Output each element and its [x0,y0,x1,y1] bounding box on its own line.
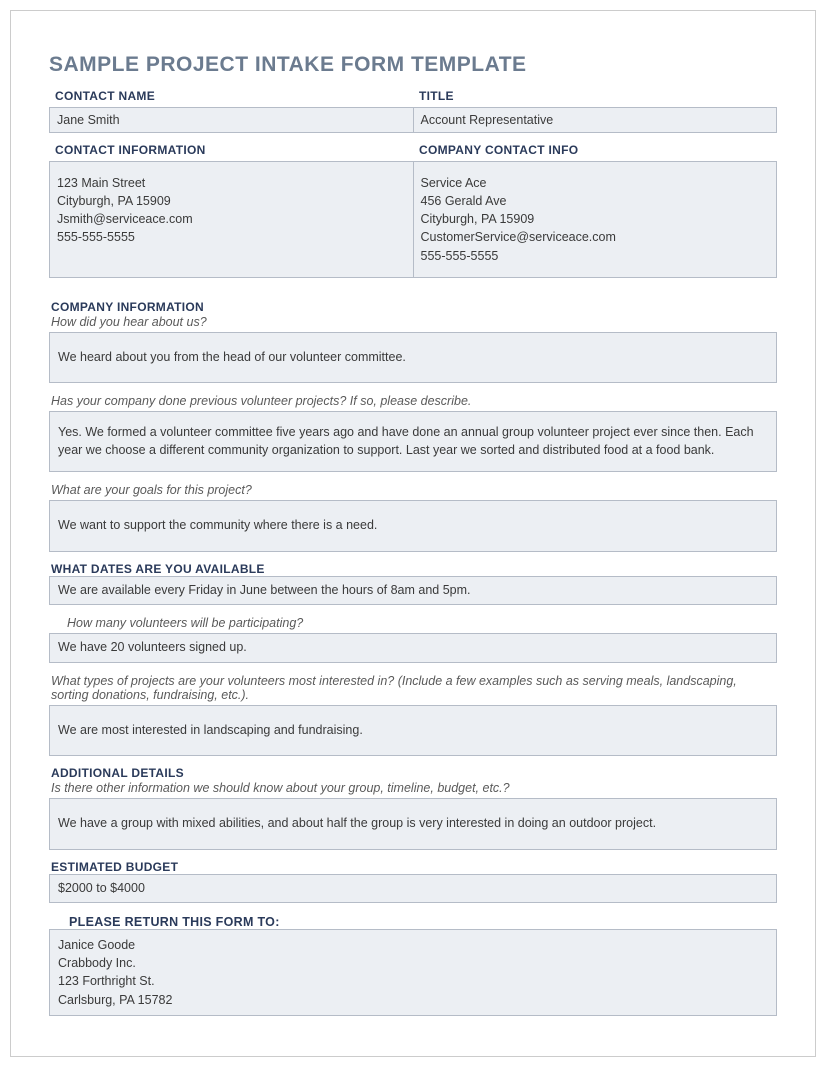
volunteers-prompt: How many volunteers will be participatin… [49,615,777,633]
previous-answer: Yes. We formed a volunteer committee fiv… [49,411,777,472]
company-contact-label: COMPANY CONTACT INFO [413,141,777,159]
additional-header: ADDITIONAL DETAILS [49,766,777,780]
previous-prompt: Has your company done previous volunteer… [49,393,777,411]
name-labels-row: CONTACT NAME TITLE [49,87,777,105]
interests-prompt: What types of projects are your voluntee… [49,673,777,705]
name-values-row: Jane Smith Account Representative [49,107,777,133]
return-header: PLEASE RETURN THIS FORM TO: [49,915,777,929]
budget-header: ESTIMATED BUDGET [49,860,777,874]
company-info-header: COMPANY INFORMATION [49,300,777,314]
other-answer: We have a group with mixed abilities, an… [49,798,777,850]
form-page: SAMPLE PROJECT INTAKE FORM TEMPLATE CONT… [10,10,816,1057]
company-contact-value: Service Ace 456 Gerald Ave Cityburgh, PA… [414,161,778,278]
goals-prompt: What are your goals for this project? [49,482,777,500]
other-prompt: Is there other information we should kno… [49,780,777,798]
return-value: Janice Goode Crabbody Inc. 123 Forthrigh… [49,929,777,1016]
page-title: SAMPLE PROJECT INTAKE FORM TEMPLATE [49,53,777,77]
info-values-row: 123 Main Street Cityburgh, PA 15909 Jsmi… [49,161,777,278]
title-label: TITLE [413,87,777,105]
interests-answer: We are most interested in landscaping an… [49,705,777,757]
goals-answer: We want to support the community where t… [49,500,777,552]
heard-prompt: How did you hear about us? [49,314,777,332]
budget-answer: $2000 to $4000 [49,874,777,904]
contact-info-value: 123 Main Street Cityburgh, PA 15909 Jsmi… [49,161,414,278]
info-labels-row: CONTACT INFORMATION COMPANY CONTACT INFO [49,141,777,159]
volunteers-answer: We have 20 volunteers signed up. [49,633,777,663]
contact-name-value: Jane Smith [49,107,414,133]
contact-name-label: CONTACT NAME [49,87,413,105]
heard-answer: We heard about you from the head of our … [49,332,777,384]
dates-answer: We are available every Friday in June be… [49,576,777,606]
contact-info-label: CONTACT INFORMATION [49,141,413,159]
dates-header: WHAT DATES ARE YOU AVAILABLE [49,562,777,576]
contact-title-value: Account Representative [414,107,778,133]
